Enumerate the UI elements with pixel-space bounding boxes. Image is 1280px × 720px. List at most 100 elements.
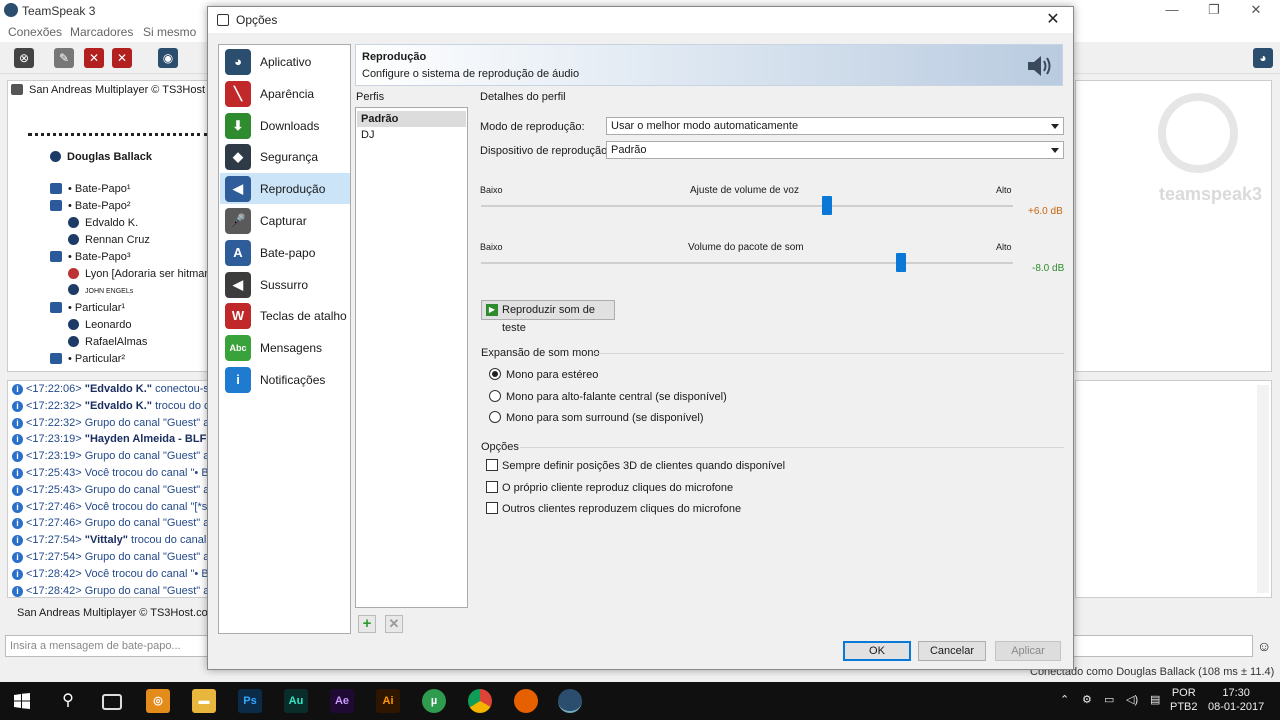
remove-profile-button[interactable]: ✕ [385,615,403,633]
server-tab[interactable]: San Andreas Multiplayer © TS3Host.co [7,602,210,624]
chat-log[interactable]: i <17:22:06> "Edvaldo K." conectou-se i <17… [7,380,210,598]
nav-item-downloads[interactable]: ⬇ Downloads [220,110,350,141]
app-taskbar-icon-1[interactable]: ◎ [146,689,170,713]
playback-device-select[interactable]: Padrão [606,141,1064,159]
close-icon[interactable]: ✕ [1041,9,1065,31]
utorrent-icon[interactable]: µ [422,689,446,713]
voice-volume-track[interactable] [481,205,1013,207]
mute-speaker-icon[interactable]: ✕ [112,48,132,68]
windows-start-icon[interactable] [14,693,30,709]
chat-icon[interactable]: ◉ [158,48,178,68]
mono-radio-center[interactable] [489,390,501,402]
cancel-button[interactable]: Cancelar [918,641,986,661]
tray-chevron-icon[interactable]: ⌃ [1060,693,1069,706]
nav-item-aplicativo[interactable]: ◕ Aplicativo [220,46,350,77]
server-row[interactable]: San Andreas Multiplayer © TS3Host [11,84,205,100]
client-name: JOHN ENGELs [85,288,134,295]
profile-item[interactable]: DJ [357,127,466,143]
options-dialog: Opções ✕ ◕ Aplicativo ╲ Aparência ⬇ Downloads… [207,6,1074,670]
tree-item[interactable]: • Bate-Papo³ [50,251,131,267]
dialog-titlebar: Opções ✕ [208,7,1073,33]
playback-mode-select[interactable]: Usar o melhor modo automaticamente [606,117,1064,135]
options-category-list[interactable]: ◕ Aplicativo ╲ Aparência ⬇ Downloads ◆ Seguranç… [218,44,351,634]
profile-item[interactable]: Padrão [357,111,466,127]
client-name: Lyon [Adoraria ser hitman [85,268,210,280]
tree-item[interactable]: JOHN ENGELs [68,284,133,300]
illustrator-icon[interactable]: Ai [376,689,400,713]
search-icon[interactable]: ⚲ [56,689,80,713]
mono-radio-surround[interactable] [489,411,501,423]
menu-conexoes[interactable]: Conexões [8,25,62,39]
tree-item[interactable]: • Particular² [50,353,125,369]
nav-item-capturar[interactable]: 🎤 Capturar [220,205,350,236]
sound-volume-track[interactable] [481,262,1013,264]
menu-marcadores[interactable]: Marcadores [70,25,133,39]
connect-icon[interactable]: ⊗ [14,48,34,68]
sound-high-label: Alto [996,242,1012,252]
nav-item-label: Reprodução [260,182,326,197]
sound-volume-title: Volume do pacote de som [688,242,804,253]
checkbox-other-mic-clicks[interactable] [486,502,498,514]
nav-item-seguran-a[interactable]: ◆ Segurança [220,141,350,172]
emoji-icon[interactable]: ☺ [1257,638,1271,654]
channel-tree[interactable]: San Andreas Multiplayer © TS3Host Dougla… [7,80,210,372]
file-explorer-icon[interactable]: ▬ [192,689,216,713]
apply-button[interactable]: Aplicar [995,641,1061,661]
volume-icon[interactable]: ◁) [1126,693,1138,706]
nav-item-apar-ncia[interactable]: ╲ Aparência [220,78,350,109]
tree-item[interactable]: Edvaldo K. [68,217,138,233]
close-window-icon[interactable]: ✕ [1236,2,1276,18]
notification-icon[interactable]: ▤ [1150,693,1160,706]
client-name: Douglas Ballack [67,151,152,163]
after-effects-icon[interactable]: Ae [330,689,354,713]
clock[interactable]: 17:30 08-01-2017 [1208,686,1264,714]
info-scrollbar[interactable] [1257,385,1269,593]
server-info-icon[interactable]: ◕ [1253,48,1273,68]
network-icon[interactable]: ▭ [1104,693,1114,706]
mute-mic-icon[interactable]: ✕ [84,48,104,68]
playback-mode-value: Usar o melhor modo automaticamente [611,120,799,132]
teamspeak-taskbar-icon[interactable] [558,689,582,713]
channel-name: • Bate-Papo² [68,200,131,212]
tree-item[interactable]: Leonardo [68,319,132,335]
add-profile-button[interactable]: + [358,615,376,633]
mono-radio-stereo[interactable] [489,368,501,380]
menu-si-mesmo[interactable]: Si mesmo [143,25,196,39]
tree-item[interactable]: Lyon [Adoraria ser hitman [68,268,210,284]
tree-item[interactable]: • Particular¹ [50,302,125,318]
tree-item[interactable]: • Bate-Papo² [50,200,131,216]
tree-item[interactable]: Rennan Cruz [68,234,150,250]
nav-item-teclas-de-atalho[interactable]: W Teclas de atalho [220,300,350,331]
nav-item-mensagens[interactable]: Abc Mensagens [220,332,350,363]
tree-item[interactable]: RafaelAlmas [68,336,147,352]
playback-device-value: Padrão [611,144,647,156]
language-indicator[interactable]: POR PTB2 [1170,686,1198,714]
tray-app-icon[interactable]: ⚙ [1082,693,1092,706]
play-test-sound-button[interactable]: ▶ Reproduzir som de teste [481,300,615,334]
checkbox-own-mic-clicks[interactable] [486,481,498,493]
log-bold: "Vittaly" [84,534,128,547]
firefox-icon[interactable] [514,689,538,713]
log-row: i <17:27:54> "Vittaly" trocou do canal [12,534,206,551]
checkbox-3d-positions[interactable] [486,459,498,471]
task-view-icon[interactable] [102,694,122,710]
chrome-icon[interactable] [468,689,492,713]
ok-button[interactable]: OK [843,641,911,661]
sound-volume-slider[interactable] [896,253,907,272]
nav-item-sussurro[interactable]: ◀ Sussurro [220,269,350,300]
minimize-icon[interactable]: — [1152,2,1192,17]
voice-volume-slider[interactable] [821,196,832,215]
tree-item[interactable]: Douglas Ballack [50,151,152,167]
voice-low-label: Baixo [480,185,503,195]
maximize-icon[interactable]: ❐ [1194,2,1234,18]
away-icon[interactable]: ✎ [54,48,74,68]
audition-icon[interactable]: Au [284,689,308,713]
nav-item-bate-papo[interactable]: A Bate-papo [220,237,350,268]
photoshop-icon[interactable]: Ps [238,689,262,713]
profiles-list[interactable]: Padrão DJ [355,107,468,608]
info-icon: i [12,552,23,563]
nav-category-icon: ╲ [225,80,251,107]
tree-item[interactable]: • Bate-Papo¹ [50,183,131,199]
nav-item-reprodu-o[interactable]: ◀ Reprodução [220,173,350,205]
nav-item-notifica-es[interactable]: i Notificações [220,364,350,395]
